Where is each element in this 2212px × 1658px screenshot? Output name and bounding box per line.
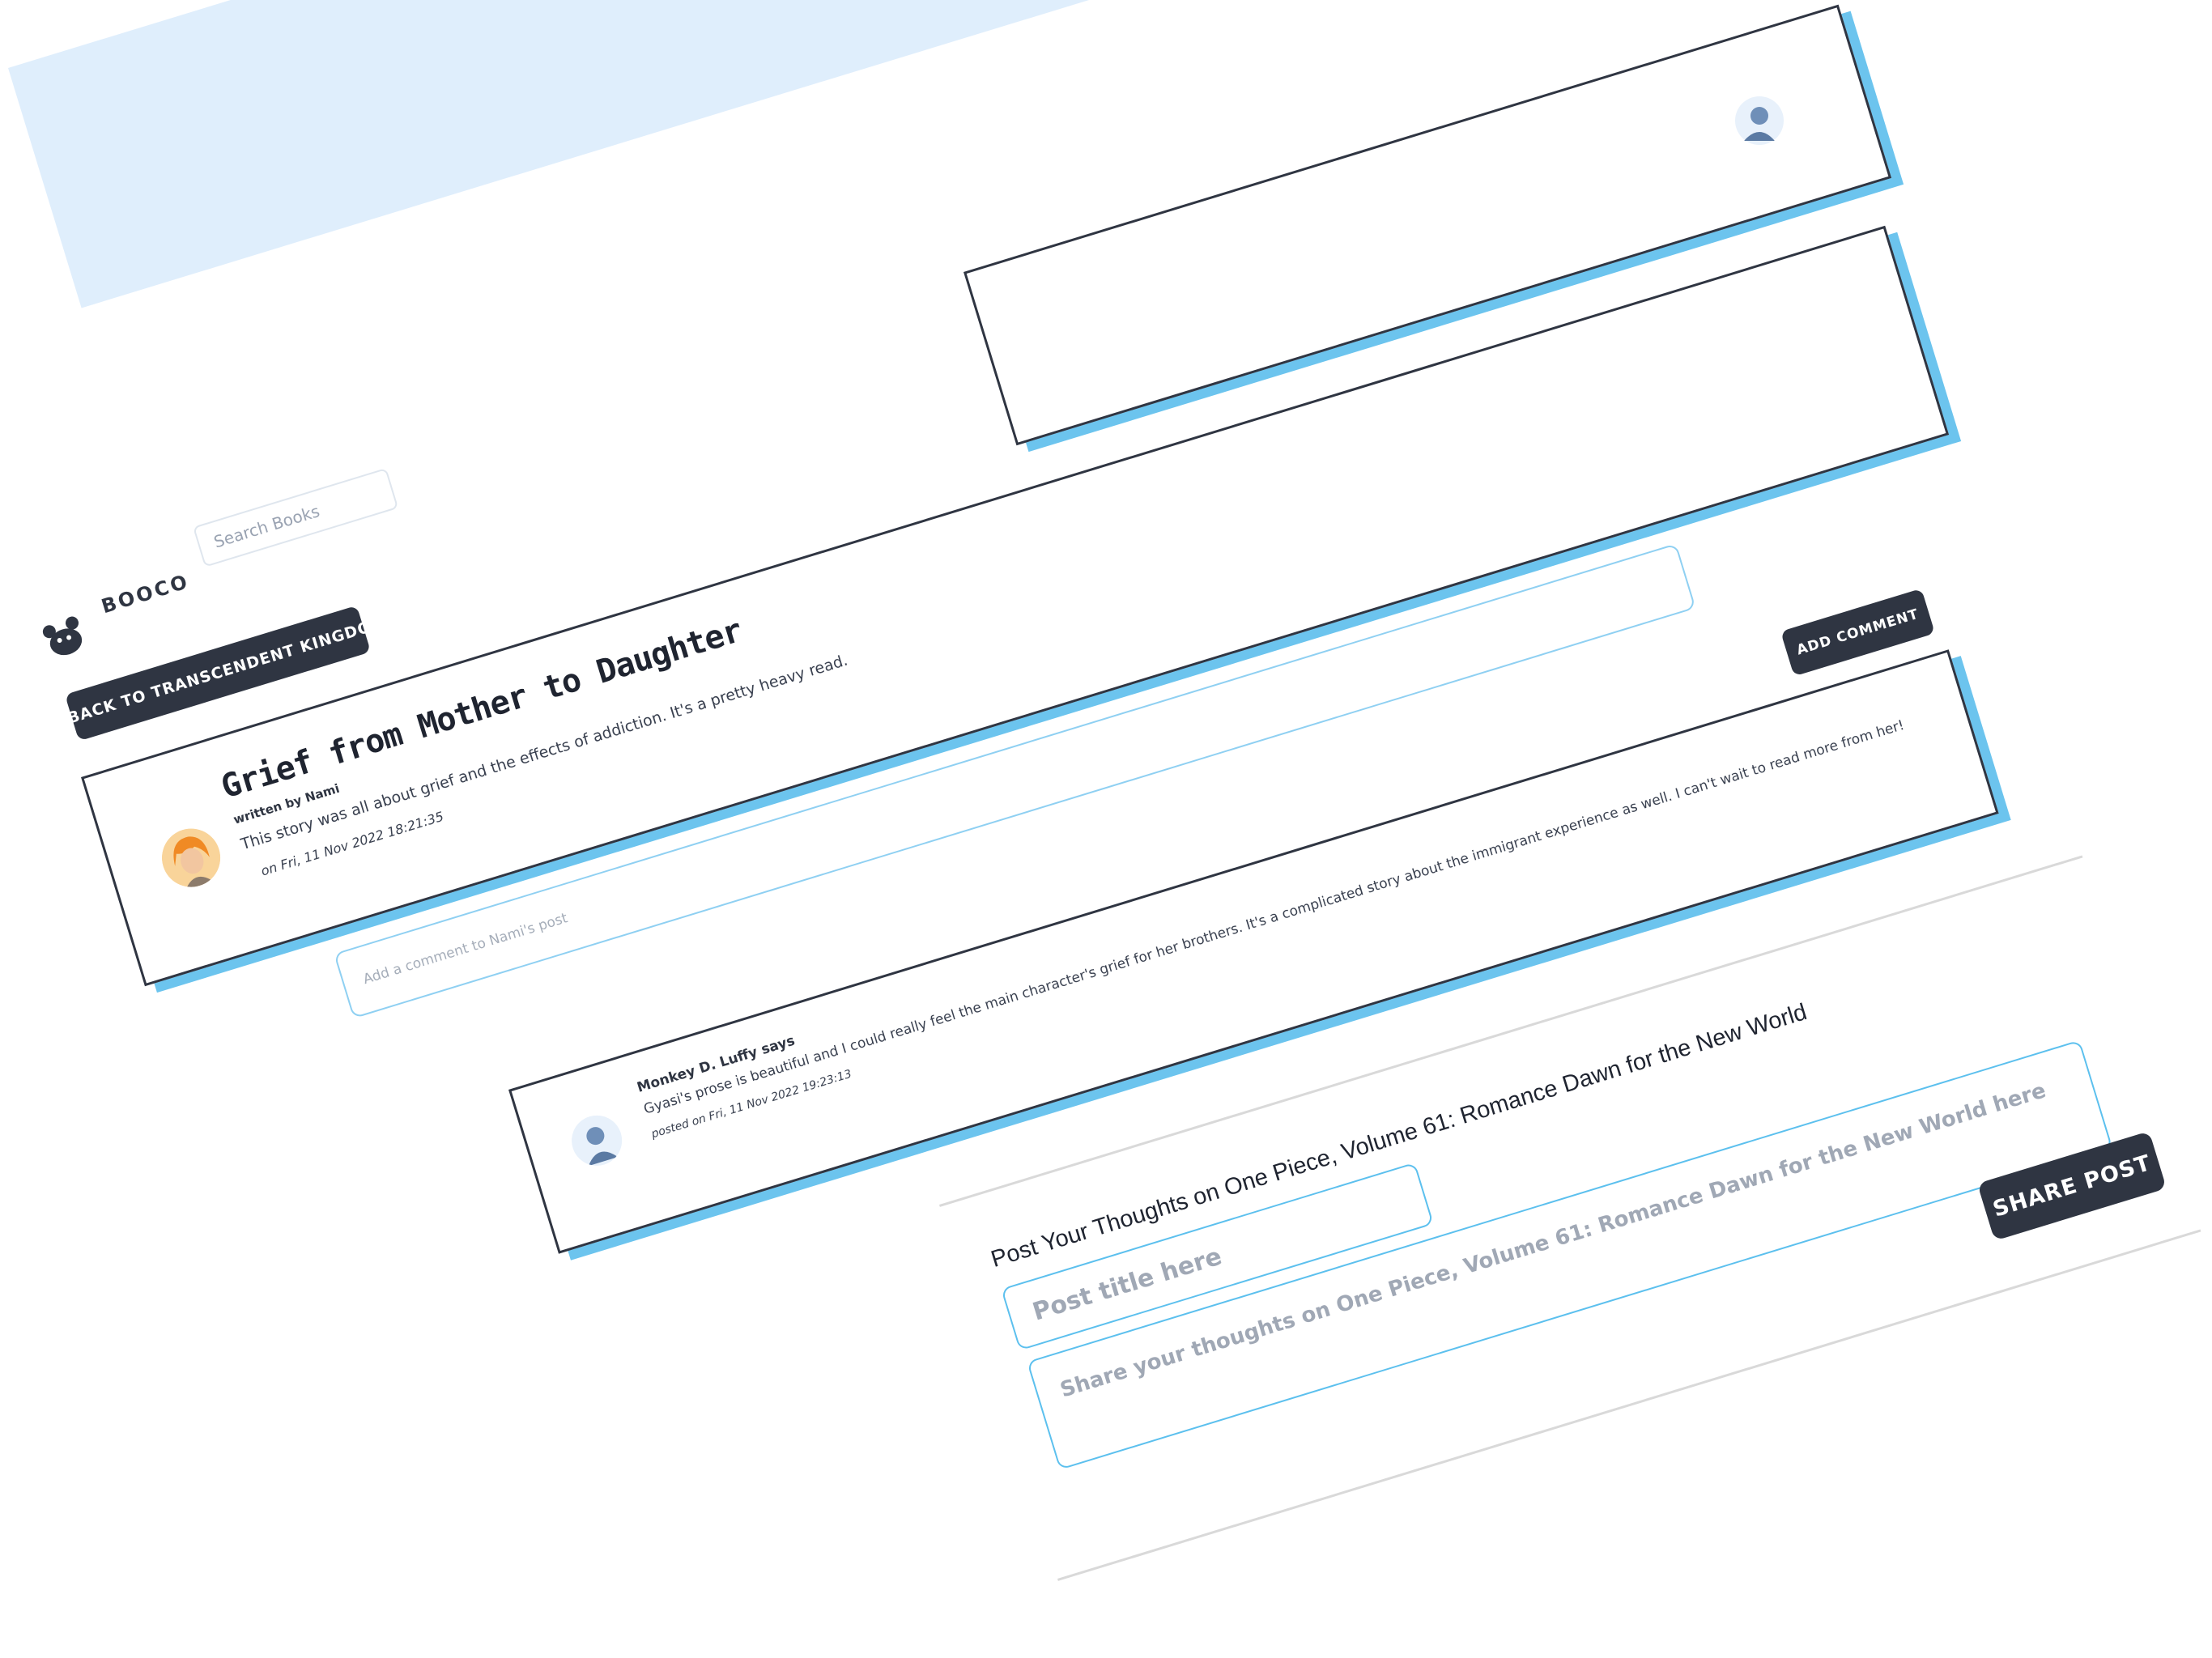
luffy-avatar-icon: [565, 1109, 628, 1172]
reply-body: Gyasi's prose is beautiful and I could r…: [641, 716, 1907, 1118]
brand-name[interactable]: BOOCO: [99, 570, 192, 619]
user-avatar-icon[interactable]: [1734, 96, 1784, 146]
search-input[interactable]: [193, 467, 399, 568]
nami-avatar-icon: [155, 821, 228, 895]
bear-logo-icon[interactable]: [39, 614, 90, 661]
